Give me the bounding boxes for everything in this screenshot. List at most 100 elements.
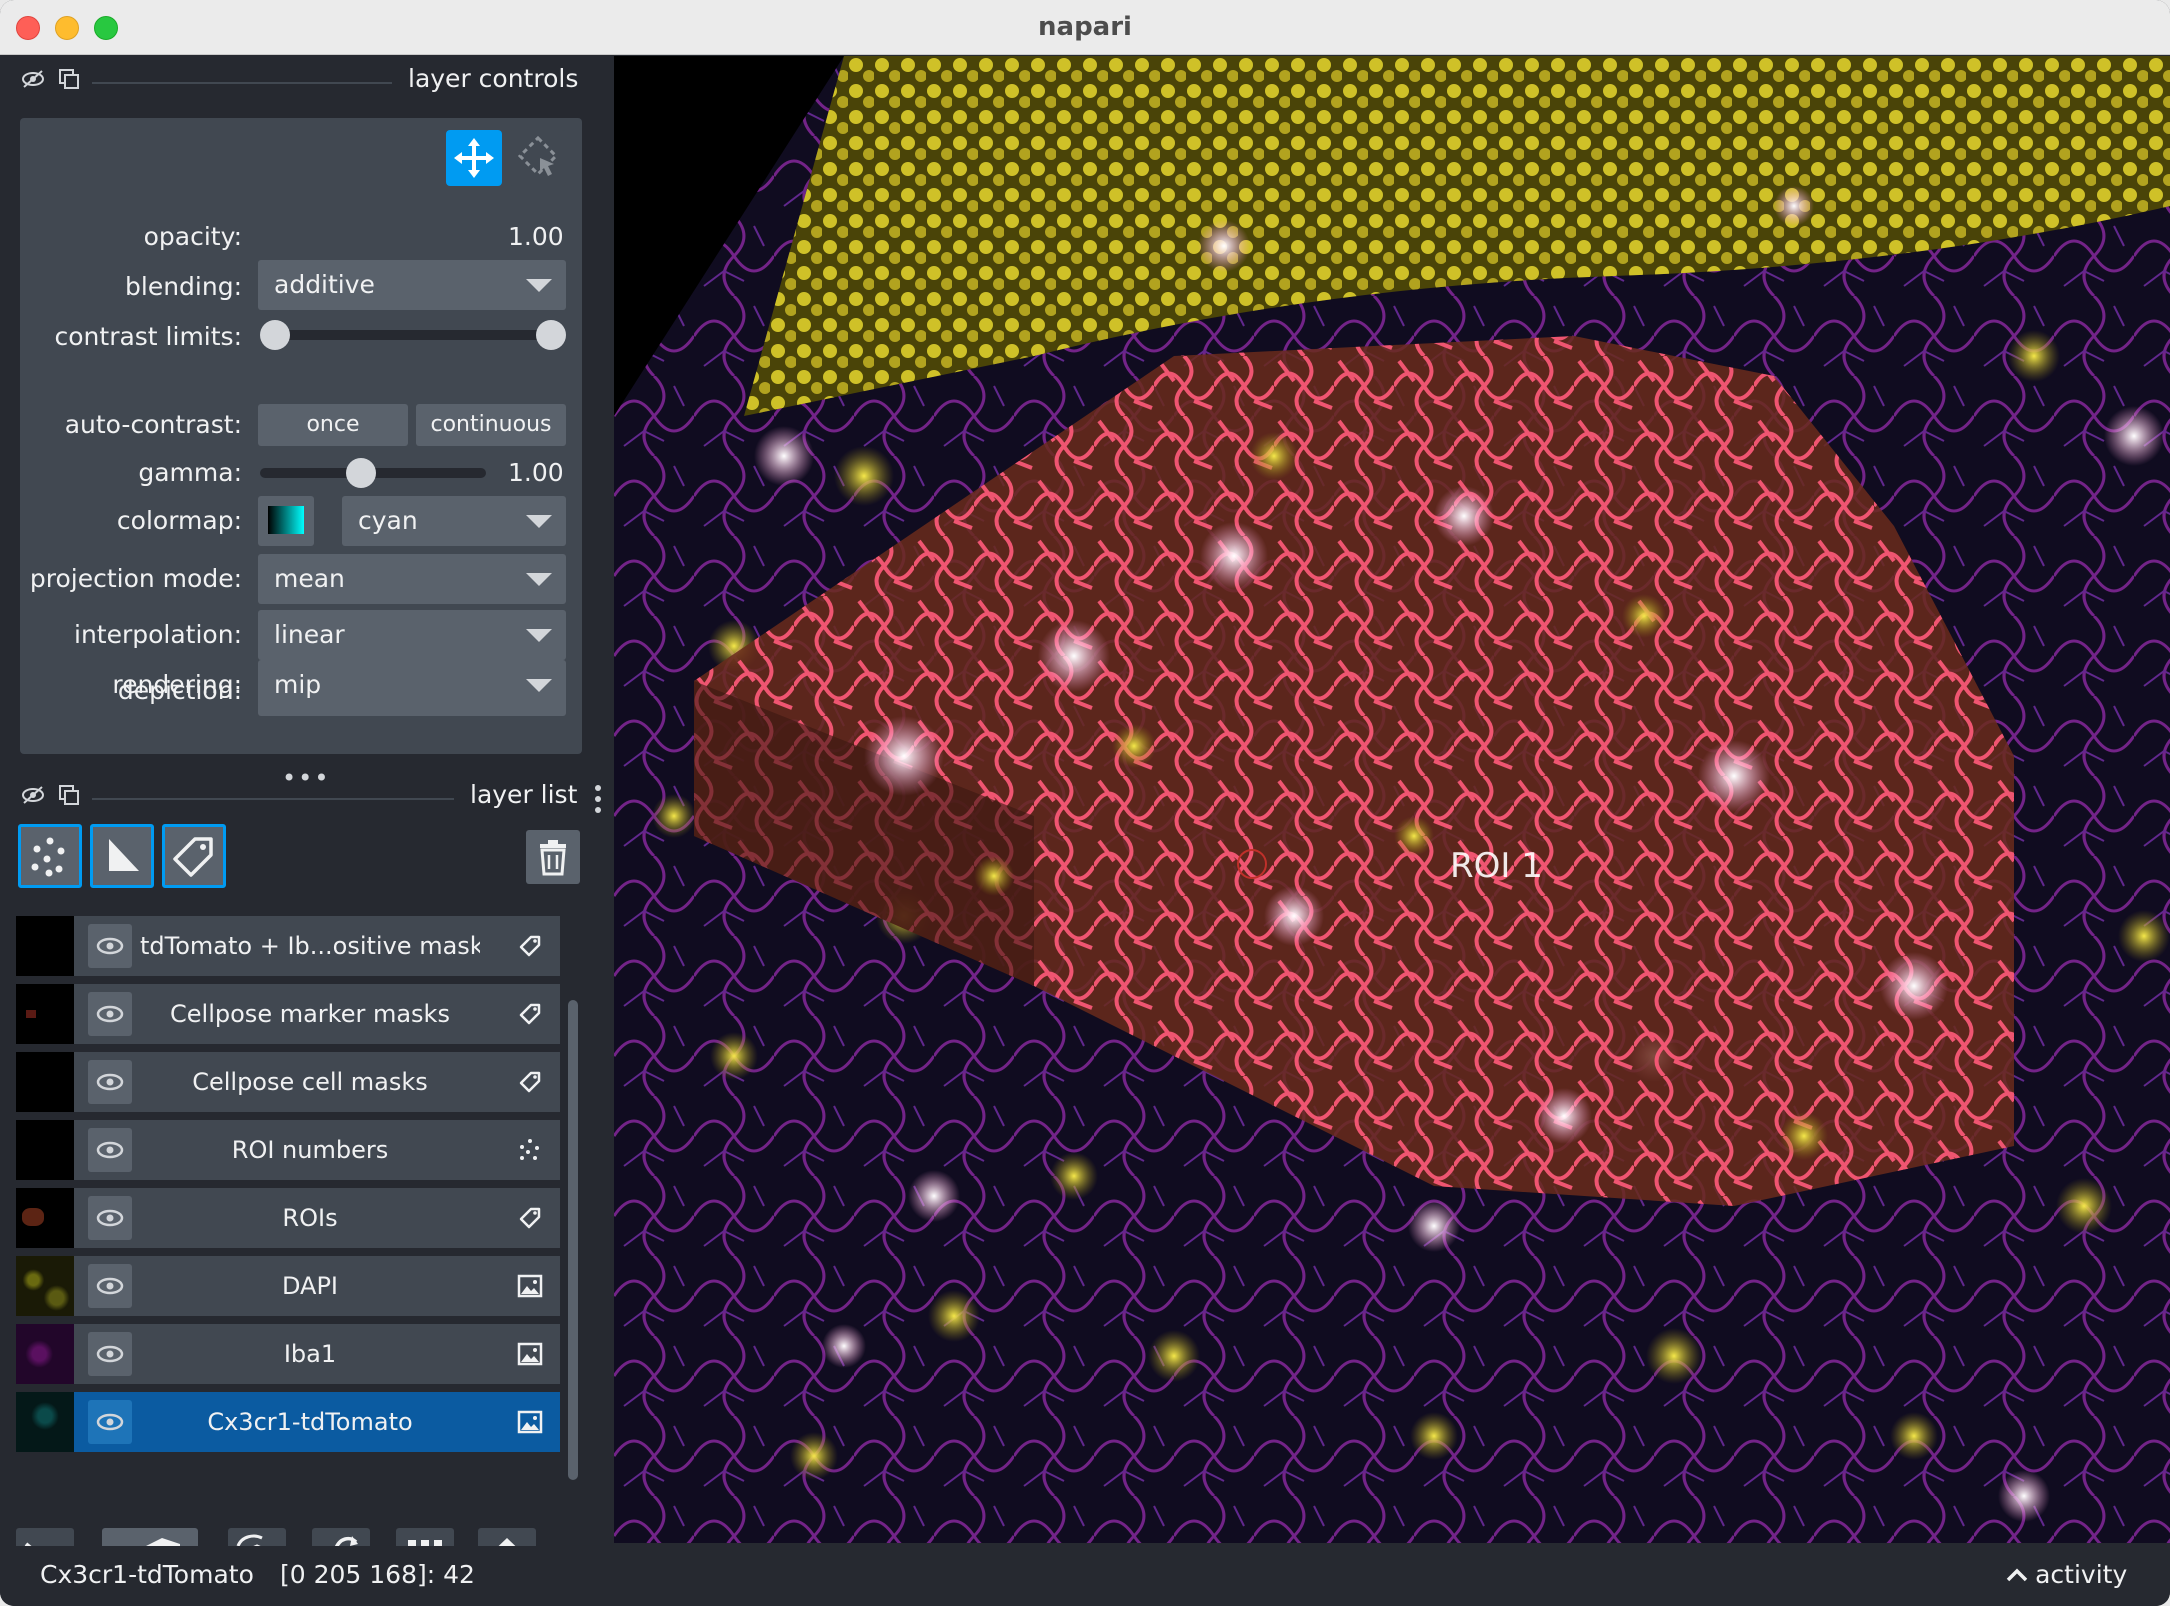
layer-controls-panel: opacity: 1.00 blending: additive contras… bbox=[20, 118, 582, 754]
visibility-toggle[interactable] bbox=[88, 1060, 132, 1104]
visibility-toggle[interactable] bbox=[88, 1400, 132, 1444]
eye-hide-icon[interactable] bbox=[20, 66, 46, 92]
layer-thumbnail bbox=[16, 1052, 74, 1112]
image-icon bbox=[517, 1274, 543, 1298]
roi-label: ROI 1 bbox=[1450, 846, 1543, 886]
colormap-label: colormap: bbox=[116, 506, 242, 535]
visibility-toggle[interactable] bbox=[88, 924, 132, 968]
contrast-limits-track[interactable] bbox=[266, 330, 558, 340]
pan-zoom-button[interactable] bbox=[446, 130, 502, 186]
status-coordinates: [0 205 168]: 42 bbox=[280, 1560, 475, 1589]
layer-thumbnail bbox=[16, 1392, 74, 1452]
visibility-toggle[interactable] bbox=[88, 1332, 132, 1376]
transform-select-icon bbox=[517, 135, 559, 177]
chevron-down-icon bbox=[526, 573, 552, 586]
header-divider bbox=[92, 798, 454, 800]
contrast-high-handle[interactable] bbox=[536, 320, 566, 350]
contrast-low-handle[interactable] bbox=[260, 320, 290, 350]
gamma-value: 1.00 bbox=[508, 458, 564, 487]
auto-contrast-label: auto-contrast: bbox=[64, 410, 242, 439]
layer-list-scrollbar[interactable] bbox=[566, 974, 580, 1506]
points-icon bbox=[31, 837, 65, 877]
transform-button[interactable] bbox=[510, 130, 566, 186]
label-tag-icon bbox=[519, 1071, 541, 1093]
layer-name: Cellpose cell masks bbox=[192, 1068, 428, 1096]
microscopy-volume-render bbox=[614, 56, 2170, 1543]
layer-thumbnail bbox=[16, 1120, 74, 1180]
colormap-swatch bbox=[268, 506, 304, 534]
delete-layer-button[interactable] bbox=[526, 830, 580, 884]
chevron-up-icon bbox=[2006, 1568, 2028, 1581]
activity-button[interactable]: activity bbox=[2004, 1560, 2127, 1589]
layer-name: Cellpose marker masks bbox=[170, 1000, 450, 1028]
rendering-dropdown[interactable]: mip bbox=[258, 660, 566, 710]
colormap-dropdown[interactable]: cyan bbox=[342, 496, 566, 546]
visibility-toggle[interactable] bbox=[88, 1128, 132, 1172]
scrollbar-thumb[interactable] bbox=[568, 1000, 578, 1480]
eye-icon bbox=[96, 1005, 124, 1023]
colormap-preview[interactable] bbox=[258, 496, 314, 546]
layer-row[interactable]: DAPI bbox=[16, 1256, 560, 1316]
layer-name: DAPI bbox=[281, 1272, 339, 1300]
auto-contrast-once-button[interactable]: once bbox=[258, 404, 408, 446]
layer-row[interactable]: Cellpose cell masks bbox=[16, 1052, 560, 1112]
status-layer-name: Cx3cr1-tdTomato bbox=[40, 1560, 254, 1589]
blending-dropdown[interactable]: additive bbox=[258, 260, 566, 310]
rendering-value: mip bbox=[274, 670, 322, 699]
new-shapes-layer-button[interactable] bbox=[90, 824, 154, 888]
projection-mode-label: projection mode: bbox=[29, 564, 242, 593]
interpolation-label: interpolation: bbox=[74, 620, 242, 649]
activity-label: activity bbox=[2035, 1560, 2128, 1589]
float-panel-icon[interactable] bbox=[56, 66, 82, 92]
eye-icon bbox=[96, 1413, 124, 1431]
eye-hide-icon[interactable] bbox=[20, 782, 46, 808]
layer-thumbnail bbox=[16, 984, 74, 1044]
projection-mode-dropdown[interactable]: mean bbox=[258, 554, 566, 604]
auto-contrast-continuous-button[interactable]: continuous bbox=[416, 404, 566, 446]
label-tag-icon bbox=[519, 1003, 541, 1025]
chevron-down-icon bbox=[526, 515, 552, 528]
layer-name: Cx3cr1-tdTomato bbox=[207, 1408, 413, 1436]
eye-icon bbox=[96, 1277, 124, 1295]
float-panel-icon[interactable] bbox=[56, 782, 82, 808]
eye-icon bbox=[96, 937, 124, 955]
visibility-toggle[interactable] bbox=[88, 992, 132, 1036]
eye-icon bbox=[96, 1073, 124, 1091]
viewer-canvas[interactable]: ROI 1 bbox=[614, 56, 2170, 1543]
gamma-slider-handle[interactable] bbox=[346, 458, 376, 488]
layer-row[interactable]: Cellpose marker masks bbox=[16, 984, 560, 1044]
image-icon bbox=[517, 1342, 543, 1366]
interpolation-value: linear bbox=[274, 620, 345, 649]
new-labels-layer-button[interactable] bbox=[162, 824, 226, 888]
layer-name: Iba1 bbox=[283, 1340, 337, 1368]
layer-row[interactable]: Cx3cr1-tdTomato bbox=[16, 1392, 560, 1452]
layer-row[interactable]: tdTomato + Ib...ositive masks bbox=[16, 916, 560, 976]
interpolation-dropdown[interactable]: linear bbox=[258, 610, 566, 660]
layer-row[interactable]: Iba1 bbox=[16, 1324, 560, 1384]
layer-thumbnail bbox=[16, 1188, 74, 1248]
blending-label: blending: bbox=[125, 272, 242, 301]
shapes-icon bbox=[109, 839, 139, 871]
eye-icon bbox=[96, 1345, 124, 1363]
new-points-layer-button[interactable] bbox=[18, 824, 82, 888]
rendering-label: rendering: bbox=[112, 670, 242, 699]
opacity-value: 1.00 bbox=[508, 222, 564, 251]
status-bar: Cx3cr1-tdTomato [0 205 168]: 42 activity bbox=[0, 1546, 2170, 1606]
visibility-toggle[interactable] bbox=[88, 1264, 132, 1308]
visibility-toggle[interactable] bbox=[88, 1196, 132, 1240]
layer-thumbnail bbox=[16, 1324, 74, 1384]
layer-controls-header: layer controls bbox=[0, 60, 600, 100]
gamma-label: gamma: bbox=[138, 458, 242, 487]
window-title: napari bbox=[1038, 12, 1132, 42]
left-dock: layer controls opacity: 1.00 blending: a… bbox=[0, 56, 612, 1586]
layer-name: ROIs bbox=[282, 1204, 338, 1232]
title-bar: napari bbox=[0, 0, 2170, 55]
layer-thumbnail bbox=[16, 916, 74, 976]
layer-row[interactable]: ROI numbers bbox=[16, 1120, 560, 1180]
more-options-icon[interactable] bbox=[594, 784, 602, 814]
projection-mode-value: mean bbox=[274, 564, 345, 593]
layer-list-title: layer list bbox=[470, 780, 578, 809]
contrast-limits-label: contrast limits: bbox=[54, 322, 243, 351]
layer-row[interactable]: ROIs bbox=[16, 1188, 560, 1248]
blending-value: additive bbox=[274, 270, 375, 299]
